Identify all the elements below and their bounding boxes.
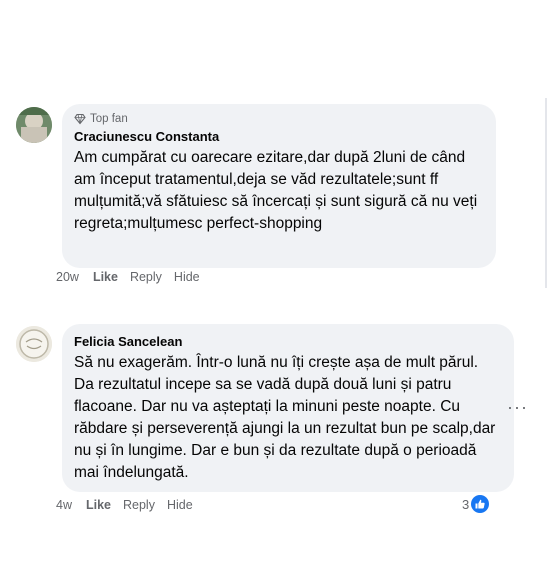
- comment-author[interactable]: Felicia Sancelean: [74, 334, 502, 350]
- thumbs-up-icon: [471, 495, 490, 513]
- like-button[interactable]: Like: [86, 498, 111, 512]
- comment-bubble: Top fan Craciunescu Constanta Am cumpăra…: [62, 104, 496, 268]
- comment-timestamp[interactable]: 20w: [56, 270, 79, 284]
- reaction-summary[interactable]: 3: [462, 495, 490, 513]
- comment-bubble: Felicia Sancelean Să nu exagerăm. Într-o…: [62, 324, 514, 492]
- diamond-badge-icon: [74, 113, 86, 125]
- comment-author[interactable]: Craciunescu Constanta: [74, 129, 484, 145]
- avatar[interactable]: [16, 326, 52, 362]
- comment-timestamp[interactable]: 4w: [56, 498, 72, 512]
- like-button[interactable]: Like: [93, 270, 118, 284]
- comment-text: Am cumpărat cu oarecare ezitare,dar după…: [74, 149, 478, 232]
- comment-actions: 20w Like Reply Hide: [56, 270, 212, 284]
- hide-button[interactable]: Hide: [167, 498, 193, 512]
- comment-text: Să nu exagerăm. Într-o lună nu îți creșt…: [74, 354, 496, 481]
- badge-label: Top fan: [90, 113, 128, 125]
- reply-button[interactable]: Reply: [123, 498, 155, 512]
- top-fan-badge: Top fan: [74, 112, 484, 126]
- more-options-icon[interactable]: ···: [507, 398, 528, 416]
- reply-button[interactable]: Reply: [130, 270, 162, 284]
- comment-actions: 4w Like Reply Hide: [56, 498, 205, 512]
- avatar[interactable]: [16, 107, 52, 143]
- reaction-count: 3: [462, 496, 470, 512]
- hide-button[interactable]: Hide: [174, 270, 200, 284]
